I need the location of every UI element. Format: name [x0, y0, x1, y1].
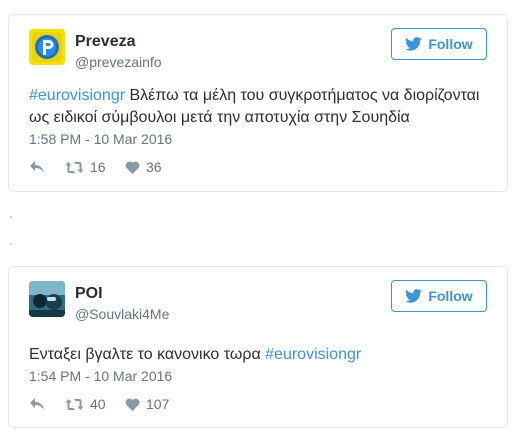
- follow-label: Follow: [428, 36, 473, 52]
- reply-button[interactable]: [29, 397, 65, 411]
- tweet-actions: 16 36: [29, 157, 162, 177]
- like-count: 36: [146, 159, 162, 175]
- tweet-body: Ενταξει βγαλτε το κανονικο τωρα: [29, 346, 266, 363]
- follow-button[interactable]: Follow: [391, 280, 487, 312]
- hashtag-link[interactable]: #eurovisiongr: [29, 87, 125, 104]
- tweet-text: #eurovisiongr Βλέπω τα μέλη του συγκροτή…: [29, 85, 495, 129]
- follow-label: Follow: [428, 288, 473, 304]
- profile-photo-icon: [29, 281, 65, 317]
- heart-icon: [125, 398, 140, 411]
- preveza-logo-icon: [29, 29, 65, 65]
- separator-dot: [10, 243, 12, 245]
- avatar[interactable]: [29, 281, 65, 317]
- follow-button[interactable]: Follow: [391, 28, 487, 60]
- reply-button[interactable]: [29, 160, 65, 174]
- hashtag-link[interactable]: #eurovisiongr: [265, 346, 361, 363]
- retweet-button[interactable]: 40: [65, 396, 125, 412]
- retweet-button[interactable]: 16: [65, 159, 125, 175]
- retweet-count: 40: [90, 396, 106, 412]
- twitter-bird-icon: [405, 289, 423, 303]
- timestamp[interactable]: 1:54 PM - 10 Mar 2016: [29, 368, 172, 384]
- reply-icon: [30, 161, 44, 173]
- retweet-icon: [65, 161, 84, 173]
- like-button[interactable]: 36: [125, 159, 162, 175]
- retweet-count: 16: [90, 159, 106, 175]
- user-handle[interactable]: @prevezainfo: [75, 54, 162, 70]
- retweet-icon: [65, 398, 84, 410]
- like-count: 107: [146, 396, 170, 412]
- like-button[interactable]: 107: [125, 396, 169, 412]
- separator-dot: [10, 216, 12, 218]
- tweet-actions: 40 107: [29, 394, 169, 414]
- user-handle[interactable]: @Souvlaki4Me: [75, 306, 169, 322]
- embedded-tweets-page: Preveza @prevezainfo Follow #eurovisiong…: [0, 0, 520, 439]
- timestamp[interactable]: 1:58 PM - 10 Mar 2016: [29, 131, 172, 147]
- heart-icon: [125, 161, 140, 174]
- display-name[interactable]: Preveza: [75, 33, 136, 51]
- tweet-card: Preveza @prevezainfo Follow #eurovisiong…: [8, 14, 508, 192]
- reply-icon: [30, 398, 44, 410]
- tweet-text: Ενταξει βγαλτε το κανονικο τωρα #eurovis…: [29, 344, 495, 366]
- avatar[interactable]: [29, 29, 65, 65]
- twitter-bird-icon: [405, 37, 423, 51]
- tweet-card: POI @Souvlaki4Me Follow Ενταξει βγαλτε τ…: [8, 266, 508, 428]
- display-name[interactable]: POI: [75, 285, 103, 303]
